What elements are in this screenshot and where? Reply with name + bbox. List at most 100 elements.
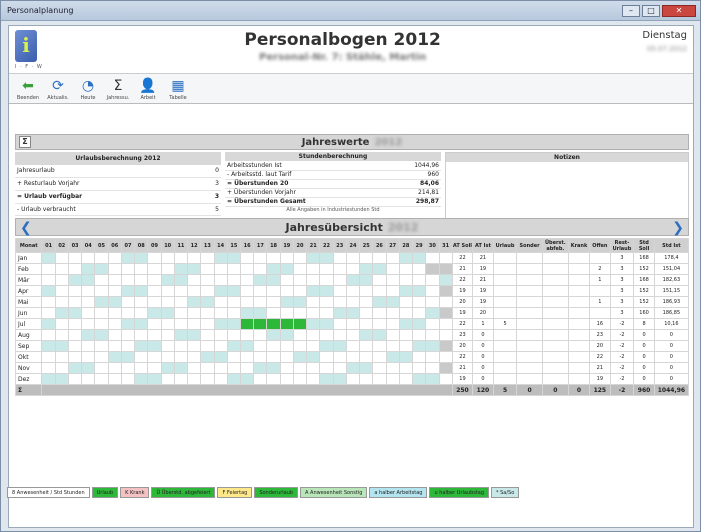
day-cell[interactable] (67, 307, 83, 319)
day-cell[interactable] (253, 263, 268, 275)
day-cell[interactable] (385, 285, 400, 297)
day-cell[interactable] (412, 263, 427, 275)
day-cell[interactable] (398, 285, 414, 297)
day-cell[interactable] (279, 252, 294, 264)
day-cell[interactable] (226, 351, 241, 363)
day-cell[interactable] (81, 318, 96, 330)
day-cell[interactable] (266, 274, 281, 286)
day-cell[interactable] (253, 362, 268, 374)
day-cell[interactable] (319, 307, 334, 319)
day-cell[interactable] (187, 307, 202, 319)
day-cell[interactable] (279, 296, 294, 308)
day-cell[interactable] (438, 373, 453, 385)
day-cell[interactable] (292, 296, 308, 308)
day-cell[interactable] (412, 252, 427, 264)
day-cell[interactable] (120, 373, 136, 385)
day-cell[interactable] (239, 351, 255, 363)
day-cell[interactable] (94, 362, 109, 374)
day-cell[interactable] (279, 340, 294, 352)
day-cell[interactable] (41, 373, 56, 385)
day-cell[interactable] (120, 296, 136, 308)
day-cell[interactable] (438, 351, 453, 363)
day-cell[interactable] (253, 274, 268, 286)
day-cell[interactable] (134, 296, 149, 308)
day-cell[interactable] (200, 252, 215, 264)
day-cell[interactable] (213, 373, 228, 385)
day-cell[interactable] (359, 340, 374, 352)
day-cell[interactable] (107, 362, 122, 374)
toolbar-button-beenden[interactable]: ⬅ Beenden (15, 77, 41, 101)
day-cell[interactable] (200, 373, 215, 385)
day-cell[interactable] (332, 307, 347, 319)
day-cell[interactable] (306, 252, 321, 264)
day-cell[interactable] (94, 351, 109, 363)
day-cell[interactable] (200, 296, 215, 308)
day-cell[interactable] (134, 263, 149, 275)
day-cell[interactable] (41, 329, 56, 341)
day-cell[interactable] (94, 263, 109, 275)
day-cell[interactable] (266, 307, 281, 319)
day-cell[interactable] (372, 318, 387, 330)
day-cell[interactable] (266, 373, 281, 385)
day-cell[interactable] (200, 318, 215, 330)
day-cell[interactable] (239, 285, 255, 297)
day-cell[interactable] (306, 362, 321, 374)
day-cell[interactable] (160, 329, 175, 341)
day-cell[interactable] (412, 340, 427, 352)
day-cell[interactable] (292, 252, 308, 264)
day-cell[interactable] (120, 340, 136, 352)
day-cell[interactable] (147, 263, 162, 275)
day-cell[interactable] (187, 329, 202, 341)
day-cell[interactable] (332, 274, 347, 286)
day-cell[interactable] (319, 318, 334, 330)
day-cell[interactable] (266, 362, 281, 374)
day-cell[interactable] (226, 329, 241, 341)
day-cell[interactable] (345, 252, 361, 264)
day-cell[interactable] (67, 252, 83, 264)
day-cell[interactable] (107, 373, 122, 385)
day-cell[interactable] (359, 263, 374, 275)
day-cell[interactable] (120, 329, 136, 341)
day-cell[interactable] (107, 263, 122, 275)
day-cell[interactable] (412, 285, 427, 297)
day-cell[interactable] (160, 362, 175, 374)
day-cell[interactable] (266, 296, 281, 308)
day-cell[interactable] (425, 307, 440, 319)
day-cell[interactable] (226, 318, 241, 330)
day-cell[interactable] (372, 340, 387, 352)
toolbar-button-heute[interactable]: ◔ Heute (75, 77, 101, 101)
day-cell[interactable] (107, 252, 122, 264)
day-cell[interactable] (359, 296, 374, 308)
day-cell[interactable] (94, 307, 109, 319)
day-cell[interactable] (173, 285, 189, 297)
day-cell[interactable] (81, 362, 96, 374)
day-cell[interactable] (345, 329, 361, 341)
day-cell[interactable] (160, 285, 175, 297)
day-cell[interactable] (359, 318, 374, 330)
day-cell[interactable] (345, 296, 361, 308)
day-cell[interactable] (67, 274, 83, 286)
day-cell[interactable] (173, 373, 189, 385)
day-cell[interactable] (345, 307, 361, 319)
day-cell[interactable] (239, 307, 255, 319)
day-cell[interactable] (173, 362, 189, 374)
day-cell[interactable] (306, 307, 321, 319)
day-cell[interactable] (385, 362, 400, 374)
day-cell[interactable] (412, 274, 427, 286)
day-cell[interactable] (319, 263, 334, 275)
day-cell[interactable] (173, 274, 189, 286)
day-cell[interactable] (266, 318, 281, 330)
day-cell[interactable] (239, 252, 255, 264)
day-cell[interactable] (332, 263, 347, 275)
day-cell[interactable] (438, 318, 453, 330)
day-cell[interactable] (385, 329, 400, 341)
day-cell[interactable] (398, 373, 414, 385)
day-cell[interactable] (226, 340, 241, 352)
day-cell[interactable] (239, 274, 255, 286)
day-cell[interactable] (187, 274, 202, 286)
day-cell[interactable] (147, 307, 162, 319)
day-cell[interactable] (266, 340, 281, 352)
day-cell[interactable] (292, 318, 308, 330)
day-cell[interactable] (54, 340, 69, 352)
day-cell[interactable] (253, 296, 268, 308)
